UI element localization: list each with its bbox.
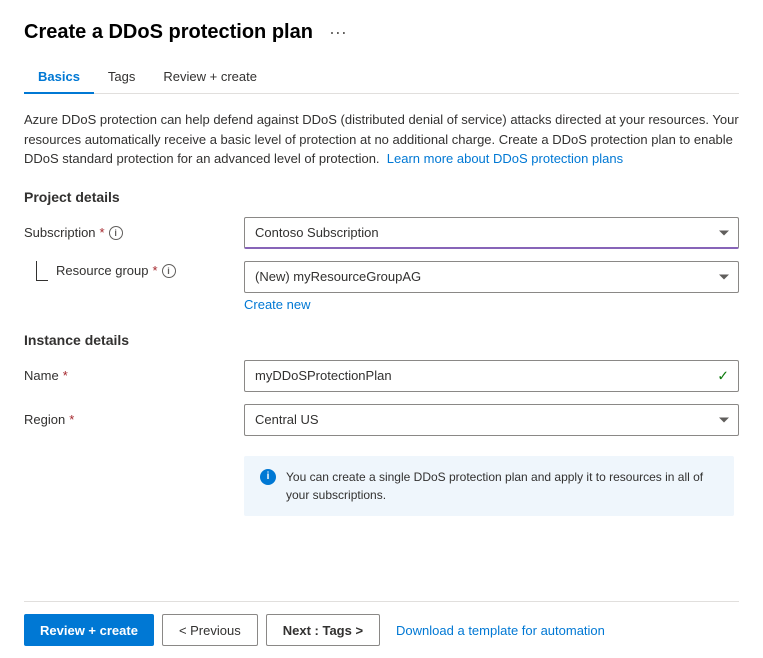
learn-more-link[interactable]: Learn more about DDoS protection plans bbox=[387, 151, 623, 166]
subscription-row: Subscription * i Contoso Subscription bbox=[24, 217, 739, 249]
name-input[interactable] bbox=[244, 360, 739, 392]
subscription-control: Contoso Subscription bbox=[244, 217, 739, 249]
region-label: Region bbox=[24, 412, 65, 427]
previous-button[interactable]: < Previous bbox=[162, 614, 258, 646]
ellipsis-menu-button[interactable]: ··· bbox=[323, 20, 353, 45]
name-row: Name * ✓ bbox=[24, 360, 739, 392]
project-details-heading: Project details bbox=[24, 189, 739, 205]
footer: Review + create < Previous Next : Tags >… bbox=[24, 601, 739, 658]
download-template-link[interactable]: Download a template for automation bbox=[396, 623, 605, 638]
info-box-icon: i bbox=[260, 469, 276, 485]
tab-basics[interactable]: Basics bbox=[24, 61, 94, 94]
info-box: i You can create a single DDoS protectio… bbox=[244, 456, 734, 516]
resource-group-select-wrapper: (New) myResourceGroupAG bbox=[244, 261, 739, 293]
name-control: ✓ bbox=[244, 360, 739, 392]
region-row: Region * Central US bbox=[24, 404, 739, 436]
region-label-col: Region * bbox=[24, 412, 244, 427]
content-area: Azure DDoS protection can help defend ag… bbox=[24, 110, 739, 601]
resource-group-info-icon[interactable]: i bbox=[162, 264, 176, 278]
name-input-wrapper: ✓ bbox=[244, 360, 739, 392]
name-valid-icon: ✓ bbox=[717, 367, 729, 384]
tab-review-create[interactable]: Review + create bbox=[149, 61, 271, 94]
subscription-label-col: Subscription * i bbox=[24, 225, 244, 240]
resource-group-row: Resource group * i (New) myResourceGroup… bbox=[24, 261, 739, 312]
description-text: Azure DDoS protection can help defend ag… bbox=[24, 110, 739, 169]
project-details-section: Project details Subscription * i Contoso… bbox=[24, 189, 739, 312]
region-select[interactable]: Central US bbox=[244, 404, 739, 436]
tree-connector bbox=[36, 261, 48, 281]
subscription-required: * bbox=[100, 225, 105, 240]
resource-group-label: Resource group bbox=[56, 263, 149, 278]
name-label: Name bbox=[24, 368, 59, 383]
region-control: Central US bbox=[244, 404, 739, 436]
tab-tags[interactable]: Tags bbox=[94, 61, 149, 94]
resource-group-label-col: Resource group * i bbox=[24, 261, 244, 281]
tabs-bar: Basics Tags Review + create bbox=[24, 61, 739, 94]
page-container: Create a DDoS protection plan ··· Basics… bbox=[0, 0, 763, 658]
resource-group-control: (New) myResourceGroupAG Create new bbox=[244, 261, 739, 312]
review-create-button[interactable]: Review + create bbox=[24, 614, 154, 646]
subscription-info-icon[interactable]: i bbox=[109, 226, 123, 240]
name-label-col: Name * bbox=[24, 368, 244, 383]
region-select-wrapper: Central US bbox=[244, 404, 739, 436]
subscription-label: Subscription bbox=[24, 225, 96, 240]
instance-details-section: Instance details Name * ✓ Region bbox=[24, 332, 739, 436]
page-header: Create a DDoS protection plan ··· bbox=[24, 20, 739, 45]
resource-group-select[interactable]: (New) myResourceGroupAG bbox=[244, 261, 739, 293]
name-required: * bbox=[63, 368, 68, 383]
subscription-select-wrapper: Contoso Subscription bbox=[244, 217, 739, 249]
resource-group-required: * bbox=[153, 263, 158, 278]
page-title: Create a DDoS protection plan bbox=[24, 21, 313, 44]
subscription-select[interactable]: Contoso Subscription bbox=[244, 217, 739, 249]
region-required: * bbox=[69, 412, 74, 427]
info-box-text: You can create a single DDoS protection … bbox=[286, 468, 718, 504]
create-new-link[interactable]: Create new bbox=[244, 297, 310, 312]
next-button[interactable]: Next : Tags > bbox=[266, 614, 380, 646]
instance-details-heading: Instance details bbox=[24, 332, 739, 348]
